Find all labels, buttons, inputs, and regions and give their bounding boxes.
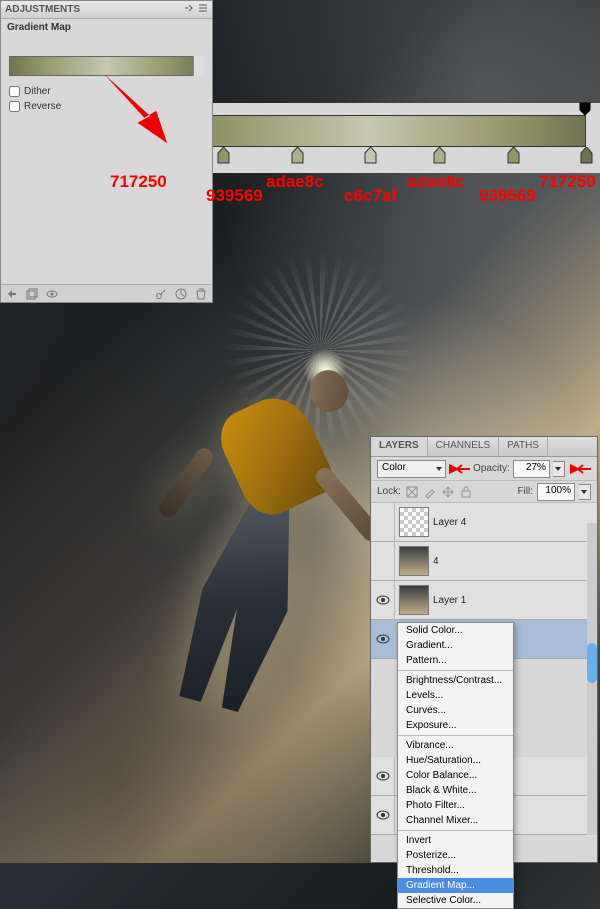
layer-thumbnail[interactable] <box>399 546 429 576</box>
visibility-toggle[interactable] <box>371 542 395 580</box>
red-arrow-annotation <box>95 65 180 150</box>
menu-item[interactable]: Invert <box>398 833 513 848</box>
menu-item[interactable]: Photo Filter... <box>398 798 513 813</box>
reverse-label: Reverse <box>24 101 61 112</box>
scrollbar-thumb[interactable] <box>587 643 597 683</box>
menu-item[interactable]: Exposure... <box>398 718 513 733</box>
eye-icon <box>376 771 390 781</box>
layer-thumbnail[interactable] <box>399 507 429 537</box>
menu-item[interactable]: Gradient... <box>398 638 513 653</box>
layer-thumbnail[interactable] <box>399 585 429 615</box>
layer-name: 4 <box>433 556 439 567</box>
reset-icon[interactable] <box>174 287 188 301</box>
visibility-toggle[interactable] <box>371 503 395 541</box>
menu-item[interactable]: Black & White... <box>398 783 513 798</box>
menu-separator <box>398 735 513 736</box>
eye-icon <box>376 634 390 644</box>
lock-label: Lock: <box>377 486 401 497</box>
opacity-stop-right[interactable] <box>578 101 592 115</box>
color-hex-label: 939569 <box>206 186 263 206</box>
color-stop[interactable] <box>433 147 446 164</box>
return-icon[interactable] <box>5 287 19 301</box>
fill-input[interactable]: 100% <box>537 483 575 501</box>
lock-paint-icon[interactable] <box>423 485 437 499</box>
scrollbar[interactable] <box>587 523 597 835</box>
menu-item[interactable]: Curves... <box>398 703 513 718</box>
tab-layers[interactable]: LAYERS <box>371 437 428 456</box>
menu-item[interactable]: Solid Color... <box>398 623 513 638</box>
red-arrow-opacity <box>570 463 591 475</box>
menu-item[interactable]: Threshold... <box>398 863 513 878</box>
color-stop[interactable] <box>217 147 230 164</box>
color-stop[interactable] <box>580 147 593 164</box>
fill-label: Fill: <box>517 486 533 497</box>
layers-tabs: LAYERS CHANNELS PATHS <box>371 437 597 457</box>
eye-icon <box>376 595 390 605</box>
layer-name: Layer 4 <box>433 517 466 528</box>
reverse-checkbox-input[interactable] <box>9 101 20 112</box>
tab-paths[interactable]: PATHS <box>499 437 548 456</box>
tab-channels[interactable]: CHANNELS <box>428 437 499 456</box>
menu-item[interactable]: Vibrance... <box>398 738 513 753</box>
dither-checkbox-input[interactable] <box>9 86 20 97</box>
opacity-input[interactable]: 27% <box>513 460 550 478</box>
visibility-toggle[interactable] <box>371 581 395 619</box>
color-stop[interactable] <box>291 147 304 164</box>
eye-icon[interactable] <box>45 287 59 301</box>
color-hex-label: 717250 <box>539 172 596 192</box>
opacity-caret[interactable] <box>553 461 565 477</box>
eye-icon <box>376 810 390 820</box>
menu-item[interactable]: Levels... <box>398 688 513 703</box>
color-stop[interactable] <box>507 147 520 164</box>
opacity-label: Opacity: <box>473 463 510 474</box>
adjustment-context-menu: Solid Color...Gradient...Pattern... Brigh… <box>397 622 514 909</box>
lock-transparent-icon[interactable] <box>405 485 419 499</box>
collapse-icon[interactable] <box>184 4 194 15</box>
menu-item[interactable]: Selective Color... <box>398 893 513 908</box>
adjustments-footer <box>1 284 212 302</box>
menu-item[interactable]: Pattern... <box>398 653 513 668</box>
adjustments-header[interactable]: ADJUSTMENTS <box>1 1 212 19</box>
delete-icon[interactable] <box>194 287 208 301</box>
menu-item[interactable]: Gradient Map... <box>398 878 513 893</box>
adjustments-title: ADJUSTMENTS <box>5 4 184 15</box>
blend-opacity-row: Color Opacity: 27% <box>371 457 597 481</box>
menu-item[interactable]: Posterize... <box>398 848 513 863</box>
color-stop[interactable] <box>364 147 377 164</box>
color-hex-label: 939569 <box>479 186 536 206</box>
layer-icon[interactable] <box>25 287 39 301</box>
figure-artwork <box>140 340 400 740</box>
color-hex-label: c6c7af <box>344 186 397 206</box>
visibility-toggle[interactable] <box>371 757 395 795</box>
adjustments-panel: ADJUSTMENTS Gradient Map Dither Reverse <box>0 0 213 303</box>
gradient-bar[interactable] <box>154 115 586 147</box>
color-hex-label: adae8c <box>407 172 465 192</box>
lock-fill-row: Lock: Fill: 100% <box>371 481 597 503</box>
lock-all-icon[interactable] <box>459 485 473 499</box>
lock-position-icon[interactable] <box>441 485 455 499</box>
fill-caret[interactable] <box>579 484 591 500</box>
color-hex-label: adae8c <box>266 172 324 192</box>
menu-separator <box>398 830 513 831</box>
adjustment-type-label: Gradient Map <box>1 19 212 36</box>
layer-name: Layer 1 <box>433 595 466 606</box>
layer-row[interactable]: 4 <box>371 542 597 581</box>
clip-icon[interactable] <box>154 287 168 301</box>
menu-item[interactable]: Brightness/Contrast... <box>398 673 513 688</box>
red-arrow-blend <box>449 463 470 475</box>
dither-label: Dither <box>24 86 51 97</box>
visibility-toggle[interactable] <box>371 620 395 658</box>
menu-separator <box>398 670 513 671</box>
menu-item[interactable]: Color Balance... <box>398 768 513 783</box>
layer-row[interactable]: Layer 1 <box>371 581 597 620</box>
panel-menu-icon[interactable] <box>198 4 208 15</box>
menu-item[interactable]: Hue/Saturation... <box>398 753 513 768</box>
layer-row[interactable]: Layer 4 <box>371 503 597 542</box>
menu-item[interactable]: Channel Mixer... <box>398 813 513 828</box>
color-hex-label: 717250 <box>110 172 167 192</box>
blend-mode-select[interactable]: Color <box>377 460 446 478</box>
visibility-toggle[interactable] <box>371 796 395 834</box>
